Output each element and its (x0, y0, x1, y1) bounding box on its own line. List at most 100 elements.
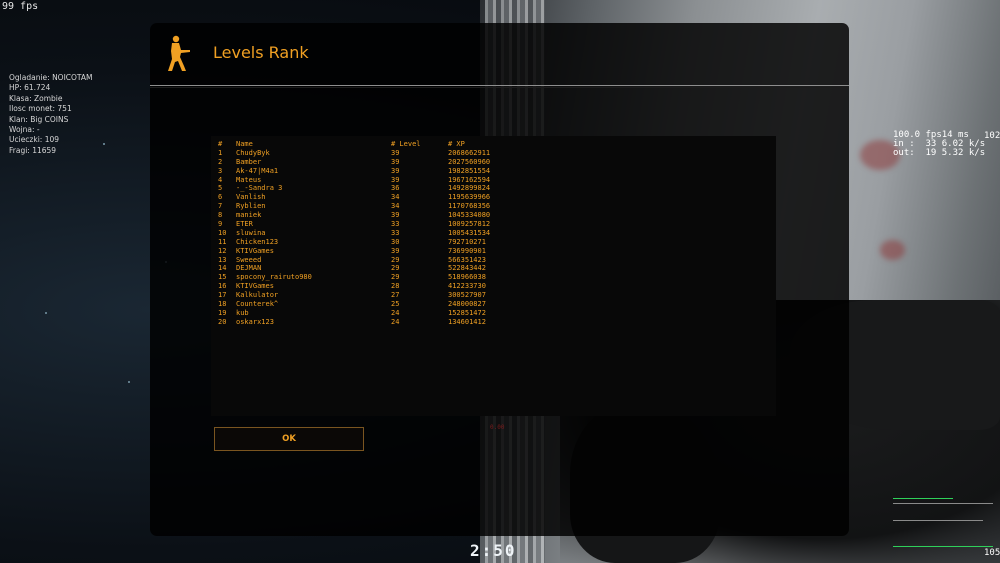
level-cell: 25 (391, 300, 400, 309)
xp-cell: 2027560960 (448, 157, 491, 166)
rank-cell: 14 (218, 264, 227, 273)
name-cell: ChudyByk (236, 148, 270, 157)
net-graph-value-top: 102 (984, 131, 1000, 141)
rank-cell: 13 (218, 255, 227, 264)
name-cell: Mateus (236, 175, 262, 184)
level-cell: 39 (391, 211, 400, 220)
level-cell: 24 (391, 317, 400, 326)
fps-counter: 99 fps (2, 1, 39, 12)
rank-cell: 3 (218, 166, 223, 175)
background-light (45, 312, 47, 314)
level-cell: 27 (391, 291, 400, 300)
level-cell: 39 (391, 157, 400, 166)
name-cell: oskarx123 (236, 317, 274, 326)
rank-cell: 2 (218, 157, 223, 166)
spectating-line: Ogladanie: NOICOTAM (9, 73, 93, 82)
rank-cell: 1 (218, 148, 223, 157)
net-graph-line (893, 546, 993, 547)
title-divider-shadow (150, 87, 849, 88)
level-cell: 33 (391, 220, 400, 229)
rank-cell: 18 (218, 300, 227, 309)
net-graph-line (893, 503, 993, 504)
clan-line: Klan: Big COINS (9, 114, 69, 124)
name-cell: Ryblien (236, 202, 266, 211)
name-cell: kub (236, 308, 249, 317)
level-cell: 29 (391, 255, 400, 264)
name-cell: KTIVGames (236, 246, 274, 255)
level-cell: 39 (391, 166, 400, 175)
name-cell: Bamber (236, 157, 262, 166)
xp-cell: 518966038 (448, 273, 486, 282)
header-number: # (218, 140, 223, 148)
xp-cell: 2068662911 (448, 148, 491, 157)
xp-cell: 1195639966 (448, 193, 491, 202)
xp-cell: 1967162594 (448, 175, 491, 184)
xp-cell: 248000827 (448, 300, 486, 309)
net-graph: 100.0 fps14 ms in : 33 6.02 k/s out: 19 5.… (893, 131, 985, 158)
rank-cell: 15 (218, 273, 227, 282)
level-cell: 29 (391, 273, 400, 282)
rank-cell: 10 (218, 228, 227, 237)
name-cell: Ak-47|M4a1 (236, 166, 279, 175)
level-cell: 28 (391, 282, 400, 291)
rank-cell: 7 (218, 202, 223, 211)
name-cell: Sweeed (236, 255, 262, 264)
ok-button[interactable]: OK (214, 427, 364, 451)
level-cell: 24 (391, 308, 400, 317)
escapes-line: Ucieczki: 109 (9, 135, 60, 145)
level-cell: 30 (391, 237, 400, 246)
name-cell: ETER (236, 220, 253, 229)
frags-line: Fragi: 11659 (9, 145, 57, 155)
class-line: Klasa: Zombie (9, 93, 63, 103)
xp-cell: 152851472 (448, 308, 486, 317)
xp-cell: 1009257812 (448, 220, 491, 229)
player-info-hud: Ogladanie: NOICOTAM HP: 61.724 Klasa: Zo… (9, 73, 93, 156)
name-cell: KTIVGames (236, 282, 274, 291)
xp-cell: 412233730 (448, 282, 486, 291)
level-cell: 34 (391, 202, 400, 211)
net-graph-value-bottom: 105 (984, 548, 1000, 558)
hp-line: HP: 61.724 (9, 83, 51, 93)
net-graph-line (893, 498, 953, 499)
title-divider (150, 85, 849, 86)
name-cell: Vanlish (236, 193, 266, 202)
coins-line: Ilosc monet: 751 (9, 104, 72, 114)
xp-cell: 1492899824 (448, 184, 491, 193)
header-level: # Level (391, 140, 421, 148)
xp-cell: 1005431534 (448, 228, 491, 237)
xp-cell: 736990901 (448, 246, 486, 255)
level-cell: 39 (391, 175, 400, 184)
name-cell: maniek (236, 211, 262, 220)
name-cell: -_-Sandra 3 (236, 184, 283, 193)
war-line: Wojna: - (9, 125, 40, 135)
level-cell: 29 (391, 264, 400, 273)
faint-overlay-text: 0.00 (490, 424, 505, 431)
rank-cell: 12 (218, 246, 227, 255)
blood-splatter (880, 240, 905, 260)
name-cell: sluwina (236, 228, 266, 237)
xp-cell: 1170768356 (448, 202, 491, 211)
level-cell: 39 (391, 246, 400, 255)
rank-cell: 11 (218, 237, 227, 246)
name-cell: DEJMAN (236, 264, 262, 273)
rank-cell: 8 (218, 211, 223, 220)
name-cell: Counterek^ (236, 300, 279, 309)
rank-cell: 17 (218, 291, 227, 300)
header-name: Name (236, 140, 253, 148)
xp-cell: 134601412 (448, 317, 486, 326)
rank-cell: 9 (218, 220, 223, 229)
background-light (103, 143, 105, 145)
xp-cell: 1045334080 (448, 211, 491, 220)
name-cell: Kalkulator (236, 291, 279, 300)
counter-terrorist-logo-icon (168, 35, 190, 71)
rank-cell: 16 (218, 282, 227, 291)
xp-cell: 566351423 (448, 255, 486, 264)
header-xp: # XP (448, 140, 465, 148)
level-cell: 39 (391, 148, 400, 157)
net-graph-out: out: 19 5.32 k/s (893, 148, 986, 158)
rank-cell: 6 (218, 193, 223, 202)
name-cell: spocony_rairuto980 (236, 273, 312, 282)
rank-cell: 19 (218, 308, 227, 317)
rank-cell: 20 (218, 317, 227, 326)
name-cell: Chicken123 (236, 237, 279, 246)
